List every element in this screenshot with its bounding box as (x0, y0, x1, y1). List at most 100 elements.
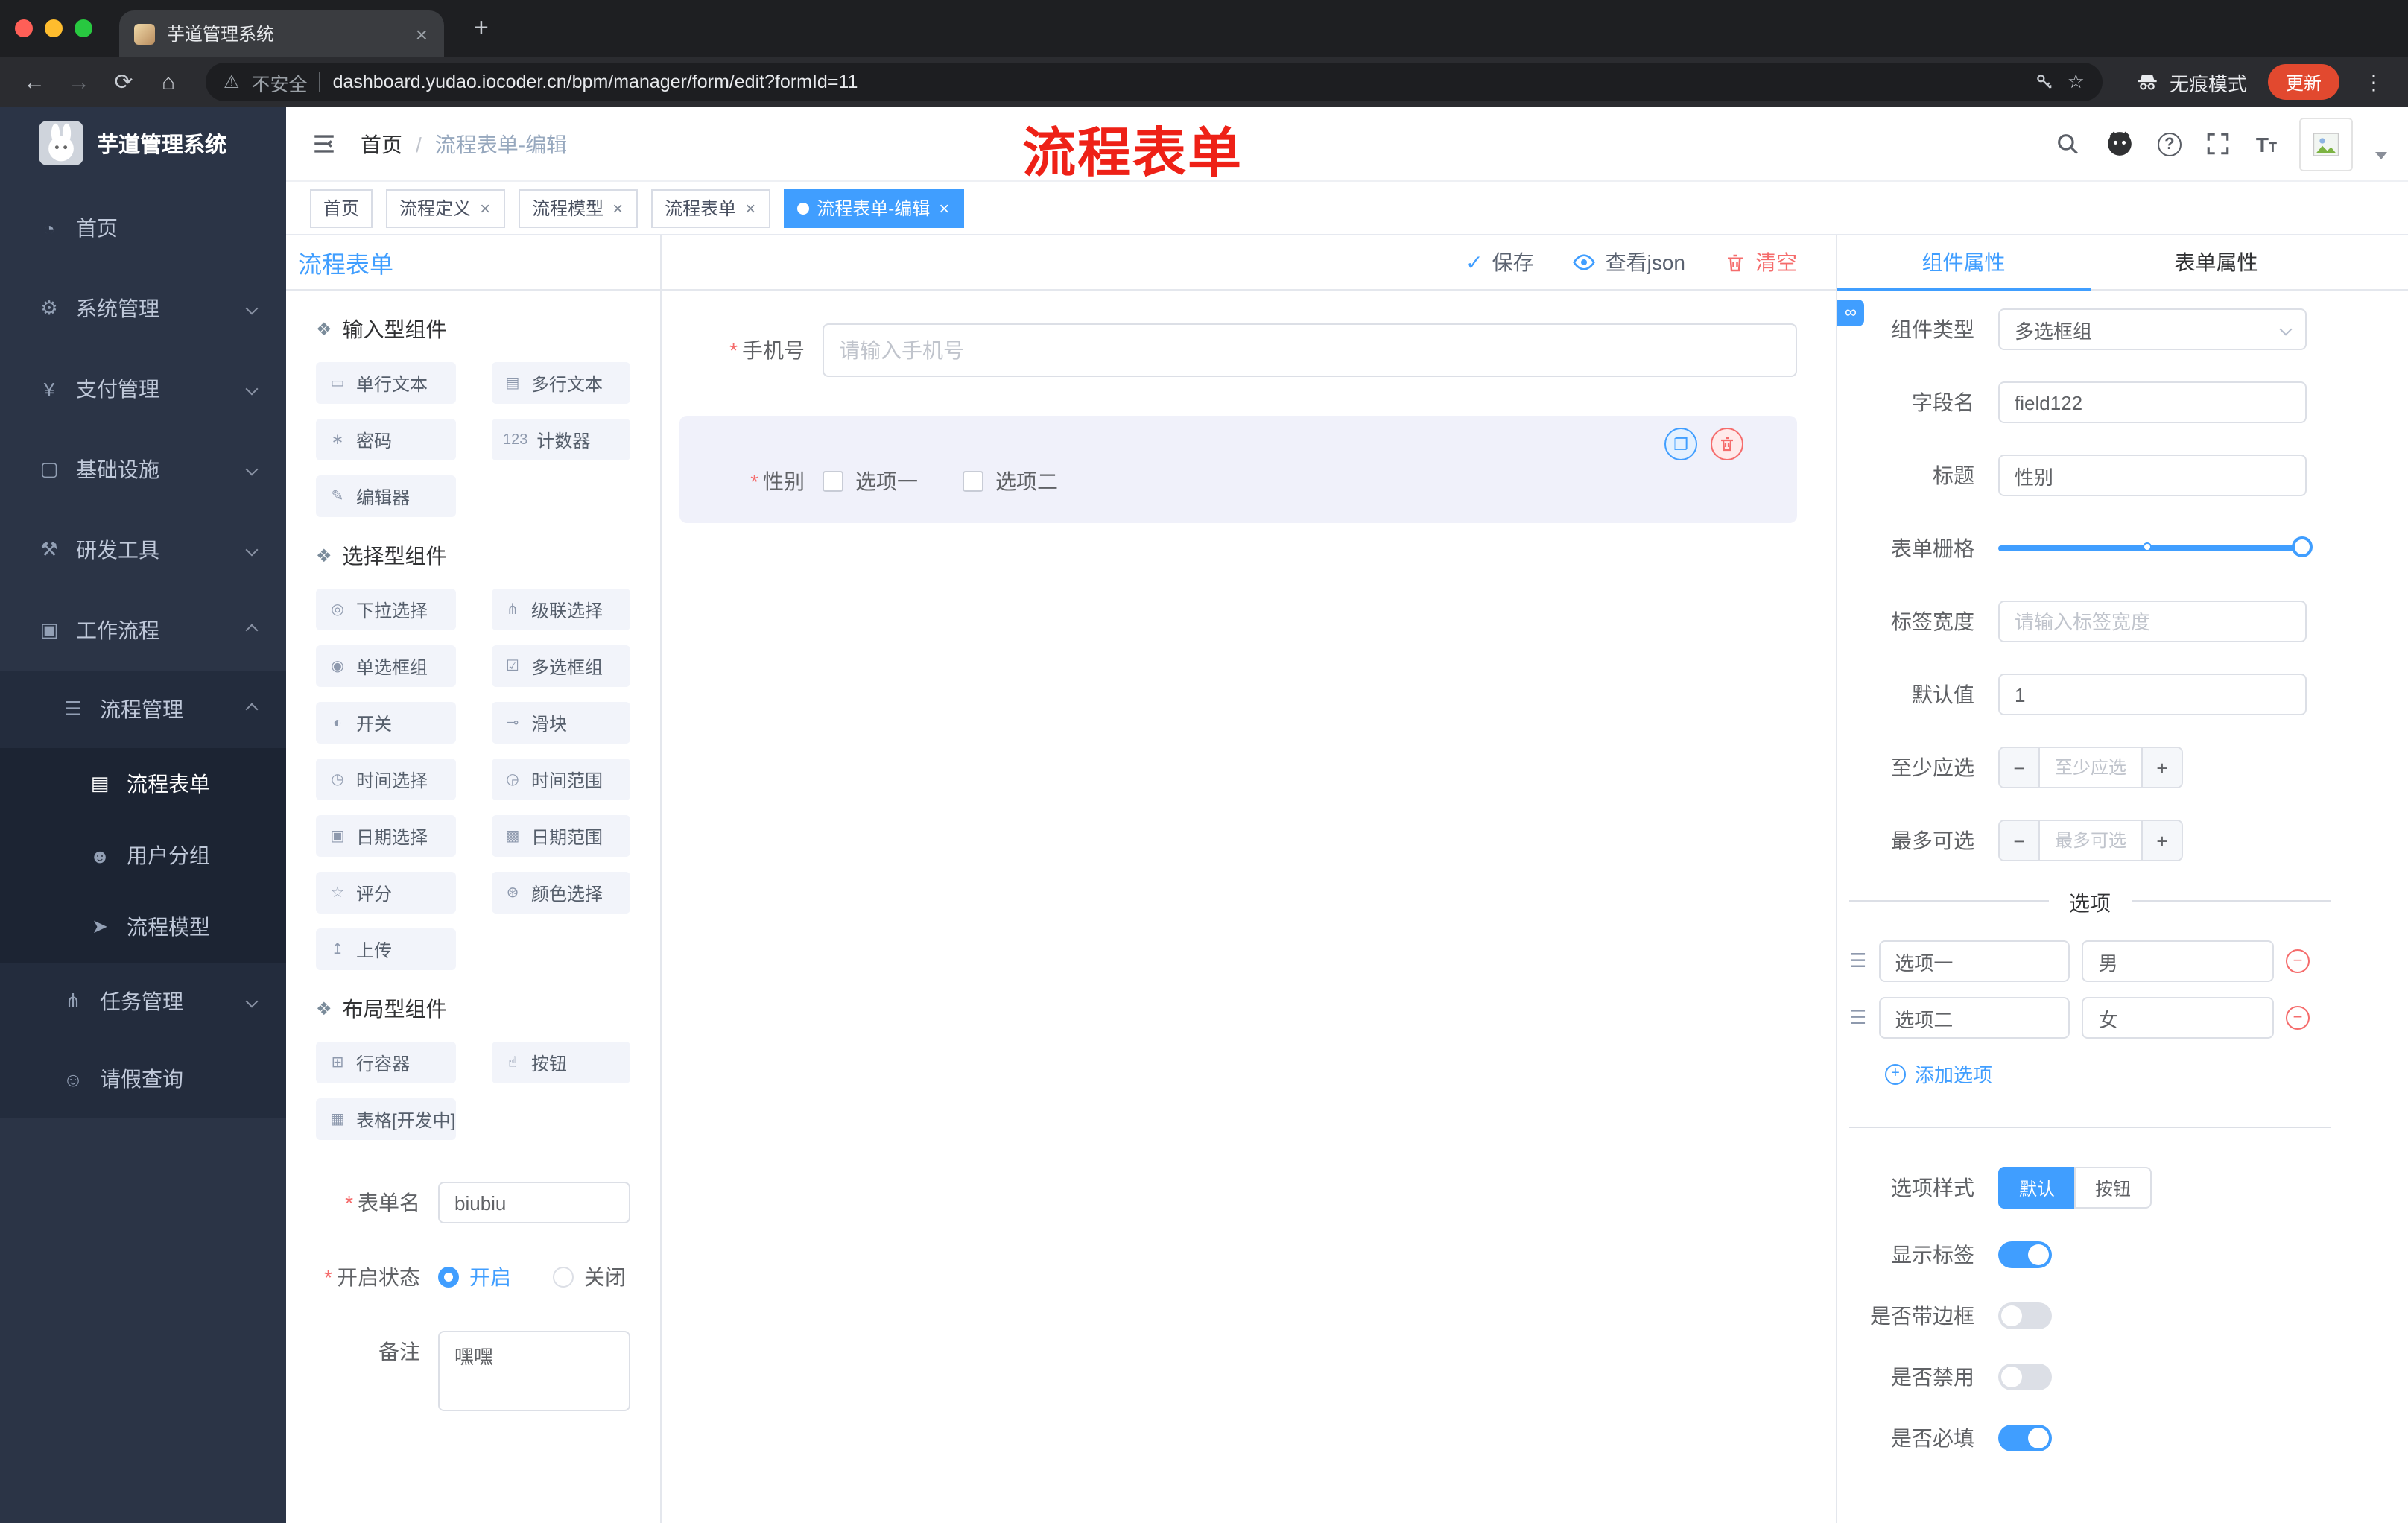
decrease-button[interactable]: − (2000, 748, 2040, 787)
comp-upload[interactable]: ↥ 上传 (316, 928, 455, 970)
comp-time-picker[interactable]: ◷ 时间选择 (316, 759, 455, 800)
github-icon[interactable] (2106, 129, 2135, 159)
field-name-input[interactable] (1998, 381, 2307, 423)
tag-process-model[interactable]: 流程模型 × (519, 189, 639, 227)
reload-icon[interactable]: ⟳ (104, 69, 143, 95)
gender-option-1-checkbox[interactable]: 选项一 (823, 466, 918, 496)
default-value-input[interactable] (1998, 674, 2307, 715)
sidebar-item-infrastructure[interactable]: ▢ 基础设施 (0, 429, 286, 510)
component-type-select[interactable]: 多选框组 (1998, 308, 2307, 350)
minimize-window-button[interactable] (45, 19, 63, 37)
drawing-board[interactable]: *手机号 ❐ (662, 291, 1836, 1523)
comp-radio-group[interactable]: ◉ 单选框组 (316, 645, 455, 687)
drag-handle-icon[interactable]: ☰ (1849, 949, 1866, 973)
comp-time-range[interactable]: ◶ 时间范围 (491, 759, 630, 800)
style-button-button[interactable]: 按钮 (2074, 1167, 2152, 1209)
comp-color-picker[interactable]: ⊛ 颜色选择 (491, 872, 630, 914)
close-icon[interactable]: × (937, 197, 951, 218)
label-width-input[interactable] (1998, 601, 2307, 642)
option-1-value-input[interactable] (2082, 940, 2274, 982)
tab-form-props[interactable]: 表单属性 (2090, 235, 2342, 289)
new-tab-button[interactable]: + (465, 13, 498, 43)
phone-field[interactable]: * 手机号 (679, 323, 1797, 377)
tab-component-props[interactable]: 组件属性 (1837, 235, 2090, 291)
show-label-toggle[interactable] (1998, 1241, 2052, 1268)
fullscreen-icon[interactable] (2204, 129, 2234, 159)
back-icon[interactable]: ← (15, 69, 54, 95)
remove-option-icon[interactable]: − (2286, 1006, 2310, 1030)
phone-input[interactable] (823, 323, 1797, 377)
close-icon[interactable]: × (411, 22, 432, 45)
sidebar-item-process-model[interactable]: ➤ 流程模型 (0, 891, 286, 963)
avatar[interactable] (2299, 117, 2353, 171)
clear-button[interactable]: 清空 (1724, 247, 1797, 277)
sidebar-item-payment[interactable]: ¥ 支付管理 (0, 349, 286, 429)
view-json-button[interactable]: 查看json (1573, 247, 1685, 277)
increase-button[interactable]: + (2141, 821, 2182, 860)
comp-counter[interactable]: 123 计数器 (491, 419, 630, 460)
home-icon[interactable]: ⌂ (149, 69, 188, 95)
key-icon[interactable] (2035, 72, 2056, 92)
remove-option-icon[interactable]: − (2286, 949, 2310, 973)
comp-checkbox-group[interactable]: ☑ 多选框组 (491, 645, 630, 687)
chevron-down-icon[interactable] (2375, 152, 2387, 159)
title-input[interactable] (1998, 455, 2307, 496)
comp-button[interactable]: ☝ 按钮 (491, 1042, 630, 1083)
option-2-label-input[interactable] (1878, 997, 2070, 1039)
comp-select[interactable]: ◎ 下拉选择 (316, 589, 455, 630)
close-icon[interactable]: × (478, 197, 492, 218)
browser-tab[interactable]: 芋道管理系统 × (119, 10, 444, 57)
status-off-radio[interactable]: 关闭 (553, 1262, 626, 1292)
slider-handle[interactable] (2292, 536, 2313, 557)
close-icon[interactable]: × (611, 197, 624, 218)
option-2-value-input[interactable] (2082, 997, 2274, 1039)
comp-password[interactable]: ∗ 密码 (316, 419, 455, 460)
sidebar-item-user-group[interactable]: ☻ 用户分组 (0, 820, 286, 891)
sidebar-item-workflow[interactable]: ▣ 工作流程 (0, 590, 286, 671)
comp-table[interactable]: ▦ 表格[开发中] (316, 1098, 455, 1140)
form-name-input[interactable] (438, 1182, 630, 1223)
save-button[interactable]: ✓ 保存 (1466, 247, 1533, 277)
comp-textarea[interactable]: ▤ 多行文本 (491, 362, 630, 404)
gender-field-selected[interactable]: ❐ * 性别 选项一 选项二 (679, 416, 1797, 523)
comp-text-input[interactable]: ▭ 单行文本 (316, 362, 455, 404)
gender-option-2-checkbox[interactable]: 选项二 (963, 466, 1058, 496)
close-window-button[interactable] (15, 19, 33, 37)
max-select-input[interactable] (2040, 821, 2141, 860)
drag-handle-icon[interactable]: ☰ (1849, 1006, 1866, 1030)
tag-home[interactable]: 首页 (310, 189, 373, 227)
sidebar-item-task-management[interactable]: ⋔ 任务管理 (0, 963, 286, 1040)
border-toggle[interactable] (1998, 1302, 2052, 1329)
remark-textarea[interactable]: 嘿嘿 (438, 1331, 630, 1411)
url-input[interactable]: ⚠ 不安全 dashboard.yudao.iocoder.cn/bpm/man… (206, 63, 2103, 101)
tag-process-form[interactable]: 流程表单 × (651, 189, 771, 227)
breadcrumb-home[interactable]: 首页 (361, 129, 402, 159)
sidebar-item-process-form[interactable]: ▤ 流程表单 (0, 748, 286, 820)
required-toggle[interactable] (1998, 1425, 2052, 1451)
add-option-button[interactable]: + 添加选项 (1885, 1060, 2342, 1088)
comp-row-container[interactable]: ⊞ 行容器 (316, 1042, 455, 1083)
copy-icon[interactable]: ❐ (1664, 428, 1697, 460)
link-icon[interactable]: ∞ (1837, 300, 1864, 326)
font-size-icon[interactable]: TT (2256, 132, 2277, 156)
sidebar-item-home[interactable]: ◔ 首页 (0, 188, 286, 268)
update-button[interactable]: 更新 (2267, 64, 2339, 100)
app-logo[interactable]: 芋道管理系统 (0, 107, 286, 179)
comp-switch[interactable]: ◐ 开关 (316, 702, 455, 744)
increase-button[interactable]: + (2141, 748, 2182, 787)
forward-icon[interactable]: → (60, 69, 98, 95)
browser-menu-icon[interactable]: ⋮ (2354, 69, 2393, 95)
option-1-label-input[interactable] (1878, 940, 2070, 982)
comp-editor[interactable]: ✎ 编辑器 (316, 475, 455, 517)
status-on-radio[interactable]: 开启 (438, 1262, 511, 1292)
search-icon[interactable] (2053, 129, 2083, 159)
sidebar-item-dev-tools[interactable]: ⚒ 研发工具 (0, 510, 286, 590)
close-icon[interactable]: × (744, 197, 757, 218)
comp-cascader[interactable]: ⋔ 级联选择 (491, 589, 630, 630)
comp-date-range[interactable]: ▩ 日期范围 (491, 815, 630, 857)
comp-rate[interactable]: ☆ 评分 (316, 872, 455, 914)
sidebar-item-system[interactable]: ⚙ 系统管理 (0, 268, 286, 349)
tag-process-definition[interactable]: 流程定义 × (386, 189, 506, 227)
help-icon[interactable]: ? (2157, 132, 2182, 156)
star-icon[interactable]: ☆ (2068, 70, 2085, 94)
